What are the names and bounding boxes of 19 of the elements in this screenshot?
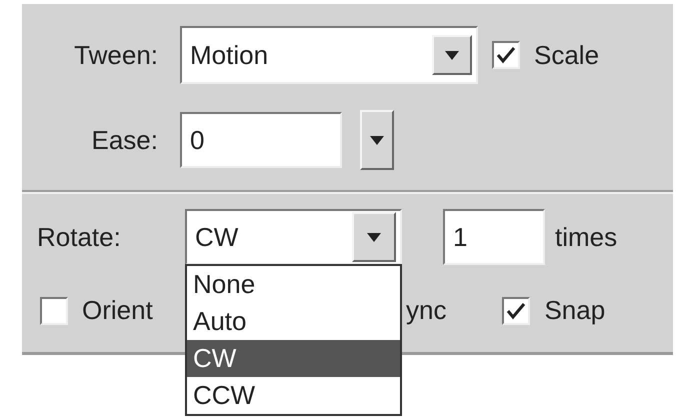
ease-input[interactable]: 0 bbox=[180, 112, 342, 168]
tween-dropdown[interactable]: Motion bbox=[180, 26, 478, 84]
snap-label: Snap bbox=[544, 295, 606, 326]
ease-label: Ease: bbox=[90, 124, 158, 156]
scale-label: Scale bbox=[534, 40, 600, 70]
dropdown-arrow-icon bbox=[445, 50, 459, 60]
rotate-option[interactable]: CW bbox=[187, 340, 400, 377]
rotate-dropdown[interactable]: CW bbox=[185, 209, 402, 265]
dropdown-arrow-icon bbox=[370, 136, 384, 144]
tween-label: Tween: bbox=[73, 40, 158, 70]
rotate-count-input[interactable]: 1 bbox=[443, 209, 545, 265]
times-label: times bbox=[555, 222, 618, 252]
checkbox[interactable] bbox=[502, 296, 530, 324]
rotate-label: Rotate: bbox=[37, 222, 122, 252]
checkbox[interactable] bbox=[40, 296, 68, 324]
ease-dropdown-button[interactable] bbox=[360, 110, 394, 170]
sync-label: ync bbox=[406, 295, 446, 326]
dropdown-arrow-icon bbox=[367, 232, 381, 242]
checkbox[interactable] bbox=[492, 41, 520, 69]
